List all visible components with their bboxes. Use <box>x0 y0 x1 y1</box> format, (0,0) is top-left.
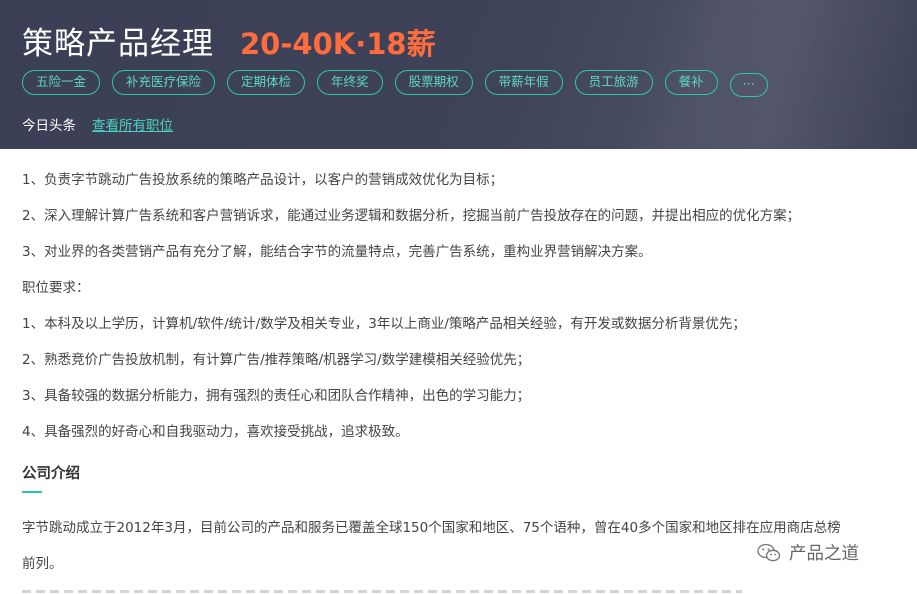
requirements-heading: 职位要求： <box>22 280 90 296</box>
benefit-tag: 带薪年假 <box>484 70 563 95</box>
company-intro-text: 前列。 <box>22 556 63 572</box>
watermark: 产品之道 <box>757 540 859 565</box>
job-header: 策略产品经理 20-40K·18薪 五险一金 补充医疗保险 定期体检 年终奖 股… <box>0 0 917 149</box>
salary: 20-40K·18薪 <box>240 27 436 61</box>
company-name: 今日头条 <box>22 118 76 134</box>
requirement-item: 4、具备强烈的好奇心和自我驱动力，喜欢接受挑战，追求极致。 <box>22 424 409 440</box>
view-all-jobs-link[interactable]: 查看所有职位 <box>92 114 173 134</box>
title-row: 策略产品经理 20-40K·18薪 <box>22 18 436 63</box>
company-intro-heading: 公司介绍 <box>22 466 80 482</box>
benefit-tag: 补充医疗保险 <box>112 70 216 95</box>
company-row: 今日头条 查看所有职位 <box>22 114 173 134</box>
duty-item: 3、对业界的各类营销产品有充分了解，能结合字节的流量特点，完善广告系统，重构业界… <box>22 244 652 260</box>
requirement-item: 1、本科及以上学历，计算机/软件/统计/数学及相关专业，3年以上商业/策略产品相… <box>22 316 746 332</box>
benefit-tag: 员工旅游 <box>574 70 653 95</box>
job-title: 策略产品经理 <box>22 26 214 62</box>
duty-item: 1、负责字节跳动广告投放系统的策略产品设计，以客户的营销成效优化为目标； <box>22 172 504 188</box>
benefit-tags: 五险一金 补充医疗保险 定期体检 年终奖 股票期权 带薪年假 员工旅游 餐补 ·… <box>22 70 780 97</box>
company-intro-text: 字节跳动成立于2012年3月，目前公司的产品和服务已覆盖全球150个国家和地区、… <box>22 520 841 536</box>
more-tags-button[interactable]: ··· <box>729 73 768 97</box>
benefit-tag: 股票期权 <box>394 70 473 95</box>
benefit-tag: 五险一金 <box>22 70 101 95</box>
requirement-item: 2、熟悉竞价广告投放机制，有计算广告/推荐策略/机器学习/数学建模相关经验优先； <box>22 352 531 368</box>
benefit-tag: 餐补 <box>664 70 718 95</box>
requirement-item: 3、具备较强的数据分析能力，拥有强烈的责任心和团队合作精神，出色的学习能力； <box>22 388 531 404</box>
wechat-icon <box>757 543 781 561</box>
benefit-tag: 定期体检 <box>227 70 306 95</box>
cut-off-text <box>22 586 742 594</box>
duty-item: 2、深入理解计算广告系统和客户营销诉求，能通过业务逻辑和数据分析，挖掘当前广告投… <box>22 208 801 224</box>
section-underline <box>22 491 42 493</box>
watermark-text: 产品之道 <box>789 544 859 564</box>
benefit-tag: 年终奖 <box>317 70 383 95</box>
